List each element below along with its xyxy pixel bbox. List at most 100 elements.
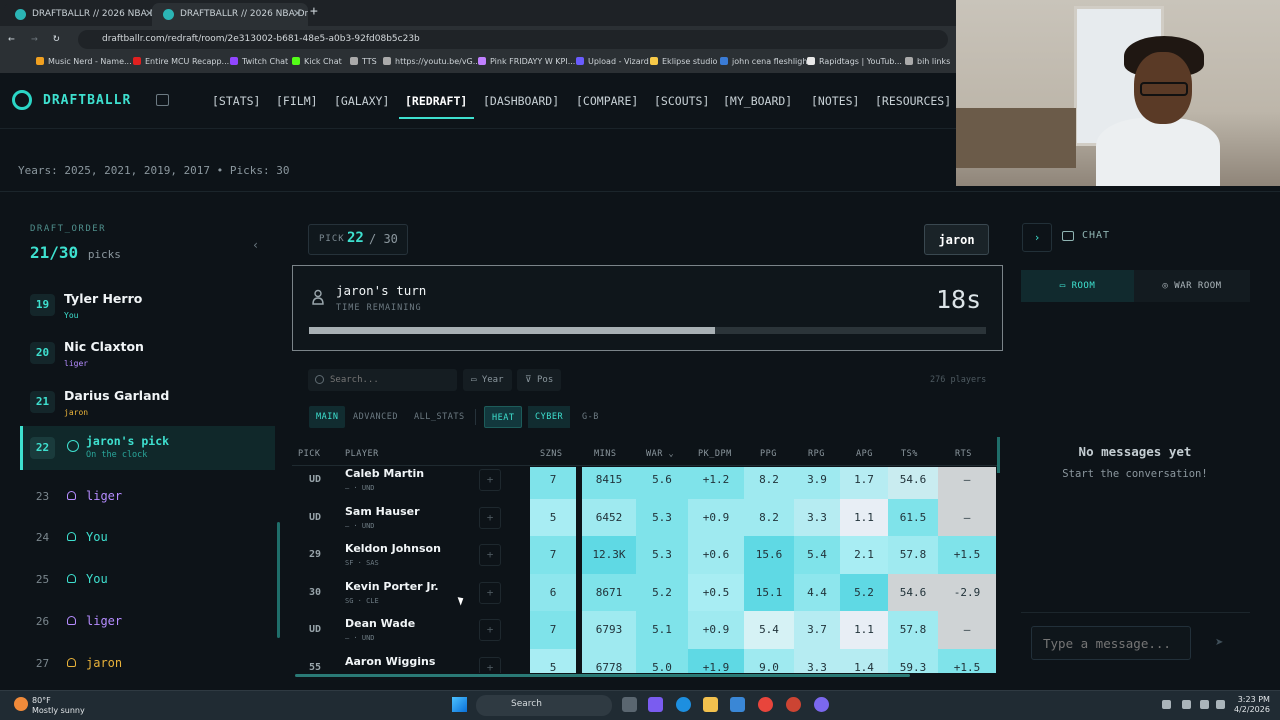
discord-icon[interactable] bbox=[814, 697, 829, 712]
close-icon[interactable]: ✕ bbox=[293, 7, 302, 20]
row-player-name[interactable]: Caleb Martin bbox=[345, 467, 424, 480]
vertical-scrollbar[interactable] bbox=[997, 437, 1000, 473]
add-player-button[interactable]: + bbox=[479, 506, 501, 529]
weather-widget[interactable]: 80°F Mostly sunny bbox=[32, 696, 85, 716]
scrollbar[interactable] bbox=[277, 522, 280, 638]
draft-pick-row[interactable]: 19 Tyler Herro You bbox=[20, 283, 275, 325]
table-row[interactable]: UD Caleb Martin — · UND +7 8415 5.6 +1.2 8.2 3.9… bbox=[292, 467, 998, 499]
tab-all-stats[interactable]: ALL_STATS bbox=[407, 406, 472, 428]
add-player-button[interactable]: + bbox=[479, 544, 501, 566]
bookmark-item[interactable]: Eklipse studio bbox=[650, 57, 717, 66]
bookmark-item[interactable]: https://youtu.be/vG... bbox=[383, 57, 480, 66]
tab-room[interactable]: ▭ ROOM bbox=[1021, 270, 1134, 302]
tab-advanced[interactable]: ADVANCED bbox=[346, 406, 405, 428]
nav-item-galaxy[interactable]: [GALAXY] bbox=[334, 94, 389, 108]
weather-icon[interactable] bbox=[14, 697, 28, 711]
bookmark-item[interactable]: TTS bbox=[350, 57, 377, 66]
draft-pick-row[interactable]: 20 Nic Claxton liger bbox=[20, 331, 275, 373]
year-filter-button[interactable]: ▭ Year bbox=[463, 369, 512, 391]
forward-icon[interactable]: → bbox=[31, 32, 38, 45]
draftballr-logo-icon[interactable] bbox=[12, 90, 32, 110]
bookmark-item[interactable]: john cena fleshlight bbox=[720, 57, 811, 66]
tab-main[interactable]: MAIN bbox=[309, 406, 346, 428]
chrome-icon[interactable] bbox=[758, 697, 773, 712]
view-heat[interactable]: HEAT bbox=[484, 406, 523, 428]
reload-icon[interactable]: ↻ bbox=[53, 31, 60, 44]
browser-tab-active[interactable]: DRAFTBALLR // 2026 NBA Draft ✕ bbox=[152, 3, 308, 26]
task-view-icon[interactable] bbox=[622, 697, 637, 712]
column-header[interactable]: WAR ⌄ bbox=[646, 449, 674, 459]
taskbar-search[interactable]: Search bbox=[476, 695, 612, 716]
upcoming-pick-row[interactable]: 23 liger bbox=[20, 478, 275, 514]
table-row[interactable]: 55 Aaron Wiggins SG · OKC +567785.0+1.99.03… bbox=[292, 648, 998, 673]
store-icon[interactable] bbox=[730, 697, 745, 712]
table-row[interactable]: 29 Keldon Johnson SF · SAS +7 12.3K 5.3 +0.6 15… bbox=[292, 536, 998, 574]
table-row[interactable]: UD Dean Wade — · UND +7 6793 5.1 +0.9 5.4 3.7 1.1… bbox=[292, 611, 998, 649]
favicon-icon bbox=[15, 9, 26, 20]
windows-start-icon[interactable] bbox=[452, 697, 467, 712]
bookmark-item[interactable]: Kick Chat bbox=[292, 57, 342, 66]
upcoming-pick-row[interactable]: 24 You bbox=[20, 519, 275, 555]
nav-item-my-board[interactable]: [MY_BOARD] bbox=[723, 94, 792, 108]
add-player-button[interactable]: + bbox=[479, 469, 501, 491]
app-icon[interactable] bbox=[786, 697, 801, 712]
player-search-input[interactable] bbox=[308, 369, 457, 391]
chat-message-input[interactable] bbox=[1031, 626, 1191, 660]
bookmark-item[interactable]: Twitch Chat bbox=[230, 57, 288, 66]
view-g-b[interactable]: G-B bbox=[575, 406, 606, 428]
edge-icon[interactable] bbox=[676, 697, 691, 712]
new-tab-icon[interactable]: + bbox=[310, 4, 318, 19]
nav-item-redraft[interactable]: [REDRAFT] bbox=[405, 94, 467, 108]
current-pick-row[interactable]: 22 jaron's pick On the clock bbox=[20, 426, 275, 470]
add-player-button[interactable]: + bbox=[479, 581, 501, 604]
bookmark-item[interactable]: Pink FRIDAYY W KPI... bbox=[478, 57, 575, 66]
browser-tab[interactable]: DRAFTBALLR // 2026 NBA Draft ✕ bbox=[4, 3, 160, 26]
send-icon[interactable]: ➤ bbox=[1203, 626, 1236, 660]
brand-name[interactable]: DRAFTBALLR bbox=[43, 93, 131, 108]
upcoming-pick-row[interactable]: 25 You bbox=[20, 561, 275, 597]
bookmark-item[interactable]: Music Nerd - Name... bbox=[36, 57, 132, 66]
sidebar-toggle-icon[interactable] bbox=[156, 94, 169, 106]
network-icon[interactable] bbox=[1182, 700, 1191, 709]
chat-collapse-button[interactable]: › bbox=[1022, 223, 1052, 252]
table-row[interactable]: UD Sam Hauser — · UND +5 6452 5.3 +0.9 8.2 3.3 1.… bbox=[292, 498, 998, 536]
volume-icon[interactable] bbox=[1216, 700, 1225, 709]
nav-item-scouts[interactable]: [SCOUTS] bbox=[654, 94, 709, 108]
tab-war-room[interactable]: ◎ WAR ROOM bbox=[1134, 270, 1250, 302]
collapse-left-icon[interactable]: ‹ bbox=[252, 238, 259, 252]
upcoming-pick-row[interactable]: 26 liger bbox=[20, 603, 275, 639]
row-player-name[interactable]: Sam Hauser bbox=[345, 505, 420, 518]
copilot-icon[interactable] bbox=[648, 697, 663, 712]
back-icon[interactable]: ← bbox=[8, 32, 15, 45]
nav-item-dashboard[interactable]: [DASHBOARD] bbox=[483, 94, 559, 108]
row-player-name[interactable]: Kevin Porter Jr. bbox=[345, 580, 439, 593]
bookmark-item[interactable]: Entire MCU Recapp... bbox=[133, 57, 229, 66]
table-row[interactable]: 30 Kevin Porter Jr. SG · CLE +6 8671 5.2 +0.5 1… bbox=[292, 573, 998, 611]
taskbar-clock[interactable]: 3:23 PM 4/2/2026 bbox=[1234, 695, 1270, 715]
url-field[interactable]: draftballr.com/redraft/room/2e313002-b68… bbox=[78, 30, 948, 49]
row-player-name[interactable]: Aaron Wiggins bbox=[345, 655, 435, 668]
user-badge[interactable]: jaron bbox=[924, 224, 989, 255]
tray-chevron-icon[interactable] bbox=[1162, 700, 1171, 709]
nav-item-resources[interactable]: [RESOURCES] bbox=[875, 94, 951, 108]
nav-item-stats[interactable]: [STATS] bbox=[212, 94, 260, 108]
horizontal-scrollbar[interactable] bbox=[295, 674, 910, 677]
row-player-name[interactable]: Dean Wade bbox=[345, 617, 415, 630]
file-explorer-icon[interactable] bbox=[703, 697, 718, 712]
add-player-button[interactable]: + bbox=[479, 656, 501, 673]
position-filter-button[interactable]: ⊽ Pos bbox=[517, 369, 562, 391]
bookmark-item[interactable]: bih links bbox=[905, 57, 950, 66]
upcoming-pick-row[interactable]: 27 jaron bbox=[20, 645, 275, 681]
draft-pick-row[interactable]: 21 Darius Garland jaron bbox=[20, 380, 275, 422]
player-count: 276 players bbox=[930, 375, 987, 385]
bookmark-item[interactable]: Upload - Vizard bbox=[576, 57, 649, 66]
view-cyber[interactable]: CYBER bbox=[528, 406, 571, 428]
bookmark-item[interactable]: Rapidtags | YouTub... bbox=[807, 57, 902, 66]
nav-item-compare[interactable]: [COMPARE] bbox=[576, 94, 638, 108]
wifi-icon[interactable] bbox=[1200, 700, 1209, 709]
nav-item-notes[interactable]: [NOTES] bbox=[811, 94, 859, 108]
nav-item-film[interactable]: [FILM] bbox=[276, 94, 318, 108]
row-player-name[interactable]: Keldon Johnson bbox=[345, 542, 441, 555]
pick-owner: jaron bbox=[64, 408, 89, 417]
add-player-button[interactable]: + bbox=[479, 619, 501, 641]
